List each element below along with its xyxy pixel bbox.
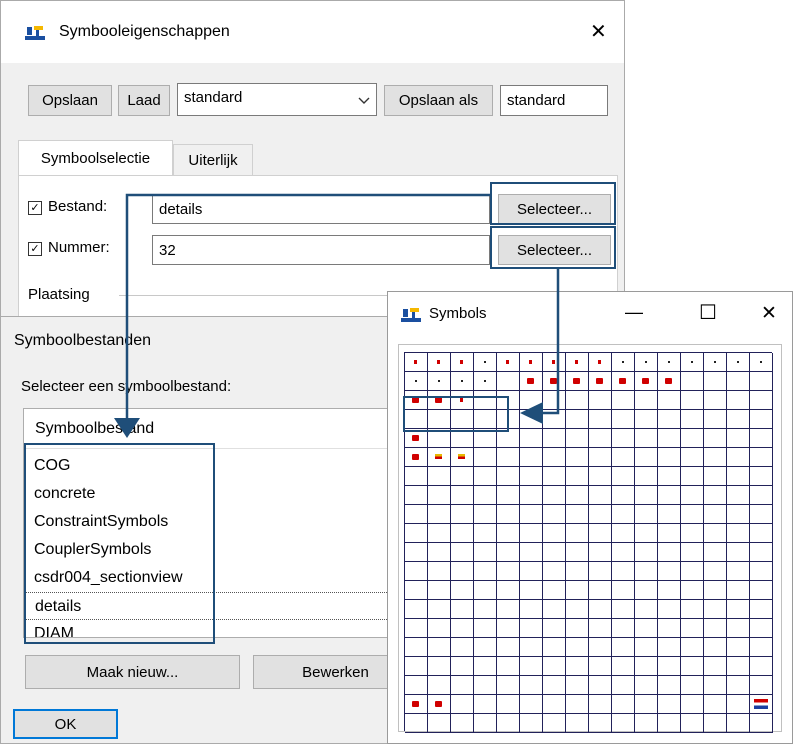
annotation-arrows <box>114 193 560 438</box>
arrow-to-file-list <box>125 193 490 420</box>
arrowhead-down <box>114 418 140 438</box>
arrowhead-left <box>520 402 543 424</box>
arrow-to-symbol <box>540 269 560 415</box>
